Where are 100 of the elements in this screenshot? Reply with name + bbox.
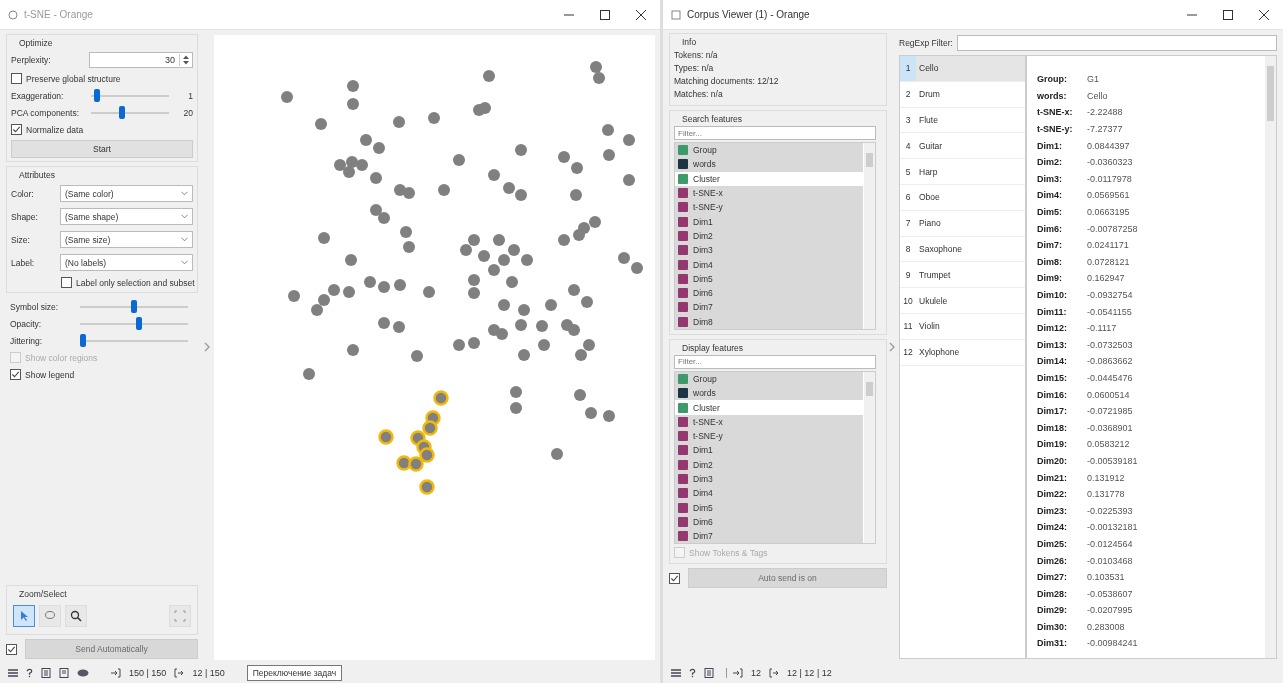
document-item[interactable]: 8 Saxophone (900, 236, 1025, 263)
feature-item[interactable]: words (675, 386, 863, 401)
auto-send-button[interactable]: Auto send is on (688, 568, 887, 589)
slider-label: PCA components: (11, 107, 81, 118)
chevron-icon[interactable] (204, 341, 210, 352)
chevron-icon[interactable] (889, 341, 895, 352)
document-item[interactable]: 1 Cello (900, 56, 1025, 82)
filter-field[interactable]: Filter... (674, 126, 876, 140)
help-icon[interactable] (689, 668, 696, 678)
feature-item[interactable]: Dim1 (675, 214, 863, 229)
maximize-icon[interactable] (1223, 9, 1233, 20)
checkbox[interactable] (10, 369, 21, 380)
document-title: Flute (918, 114, 939, 127)
spin-arrows-icon[interactable] (179, 54, 190, 66)
feature-item[interactable]: t-SNE-y (675, 429, 863, 444)
row-number: 4 (904, 139, 912, 153)
feature-item[interactable]: words (675, 157, 863, 172)
feature-item[interactable]: Dim1 (675, 443, 863, 458)
document-icon[interactable] (41, 668, 51, 678)
close-icon[interactable] (1259, 9, 1269, 20)
field-value: Cello (1087, 90, 1108, 101)
checkbox[interactable] (6, 643, 17, 655)
variable-type-icon (678, 402, 688, 413)
feature-item[interactable]: Dim3 (675, 243, 863, 258)
dropdown[interactable]: (Same shape) (60, 208, 193, 225)
document-title: Ukulele (918, 294, 949, 308)
field-value: -0.0863662 (1087, 356, 1133, 367)
document-item[interactable]: 2 Drum (900, 81, 1025, 108)
corners-icon (174, 610, 186, 622)
dropdown[interactable]: (Same size) (60, 231, 193, 248)
document-item[interactable]: 12 Xylophone (900, 339, 1025, 366)
dropdown[interactable]: (No labels) (60, 254, 193, 271)
field-value: -0.0538607 (1087, 588, 1133, 599)
checkbox[interactable] (11, 124, 22, 135)
zoom-tool-button[interactable] (65, 605, 87, 627)
dropdown[interactable]: (Same color) (60, 185, 193, 202)
checkbox-label: Label only selection and subset (76, 277, 195, 288)
perplexity-spinbox[interactable]: 30 (89, 52, 193, 68)
field-name: Dim13: (1037, 339, 1068, 350)
field-name: Dim20: (1037, 455, 1068, 466)
send-button[interactable]: Send Automatically (25, 639, 198, 659)
scrollbar[interactable] (864, 143, 875, 329)
pointer-tool-button[interactable] (13, 605, 35, 627)
window-title: t-SNE - Orange (24, 9, 93, 20)
checkbox-label: Preserve global structure (26, 73, 121, 84)
document-item[interactable]: 6 Oboe (900, 185, 1025, 211)
variable-type-icon (678, 459, 688, 470)
document-item[interactable]: 5 Harp (900, 159, 1025, 185)
scrollbar[interactable] (864, 371, 875, 544)
filter-field[interactable]: Filter... (674, 354, 876, 369)
group-title: Optimize (18, 38, 54, 48)
variable-type-icon (678, 302, 688, 313)
maximize-icon[interactable] (600, 9, 610, 20)
feature-item[interactable]: Dim4 (675, 486, 863, 501)
document-item[interactable]: 7 Piano (900, 210, 1025, 237)
document-item[interactable]: 11 Violin (900, 313, 1025, 340)
variable-type-icon (678, 173, 688, 184)
feature-item[interactable]: Group (675, 371, 863, 387)
document-item[interactable]: 10 Ukulele (900, 288, 1025, 314)
document-item[interactable]: 9 Trumpet (900, 262, 1025, 289)
menu-icon[interactable] (8, 668, 18, 678)
help-icon[interactable] (26, 668, 33, 678)
feature-item[interactable]: Group (675, 143, 863, 158)
close-icon[interactable] (636, 9, 646, 20)
variable-type-icon (678, 188, 688, 199)
field-name: Dim8: (1037, 256, 1063, 267)
checkbox-label: Normalize data (26, 124, 84, 135)
feature-item[interactable]: Dim7 (675, 529, 863, 544)
scrollbar[interactable] (1265, 56, 1276, 658)
checkbox[interactable] (11, 73, 22, 84)
checkbox[interactable] (61, 277, 72, 288)
feature-item[interactable]: Dim7 (675, 300, 863, 315)
field-value: -0.00132181 (1087, 522, 1138, 533)
variable-type-icon (678, 245, 688, 256)
field-name: Dim10: (1037, 290, 1068, 300)
variable-type-icon (678, 531, 688, 542)
field-value: -0.1117 (1087, 323, 1117, 334)
variable-type-icon (678, 159, 688, 170)
variable-type-icon (678, 374, 688, 384)
feature-item[interactable]: t-SNE-y (675, 200, 863, 215)
document-icon[interactable] (704, 668, 714, 678)
checkbox[interactable] (669, 572, 680, 584)
document-icon[interactable] (59, 668, 69, 678)
document-item[interactable]: 4 Guitar (900, 133, 1025, 160)
app-icon (8, 9, 18, 20)
regexp-filter-field[interactable] (956, 35, 1277, 51)
variable-type-icon (678, 431, 688, 442)
start-button[interactable]: Start (11, 140, 193, 158)
field-name: Dim28: (1037, 588, 1068, 599)
pointer-icon (18, 610, 30, 622)
feature-item[interactable]: Dim4 (675, 257, 863, 272)
eye-icon[interactable] (77, 669, 89, 677)
slider-label: Opacity: (10, 318, 43, 329)
field-name: t-SNE-y: (1037, 124, 1074, 135)
caret-icon (181, 237, 188, 242)
variable-type-icon (678, 445, 688, 456)
field-name: Dim27: (1037, 572, 1068, 583)
document-title: Drum (918, 88, 941, 102)
menu-icon[interactable] (671, 668, 681, 678)
document-item[interactable]: 3 Flute (900, 107, 1025, 134)
